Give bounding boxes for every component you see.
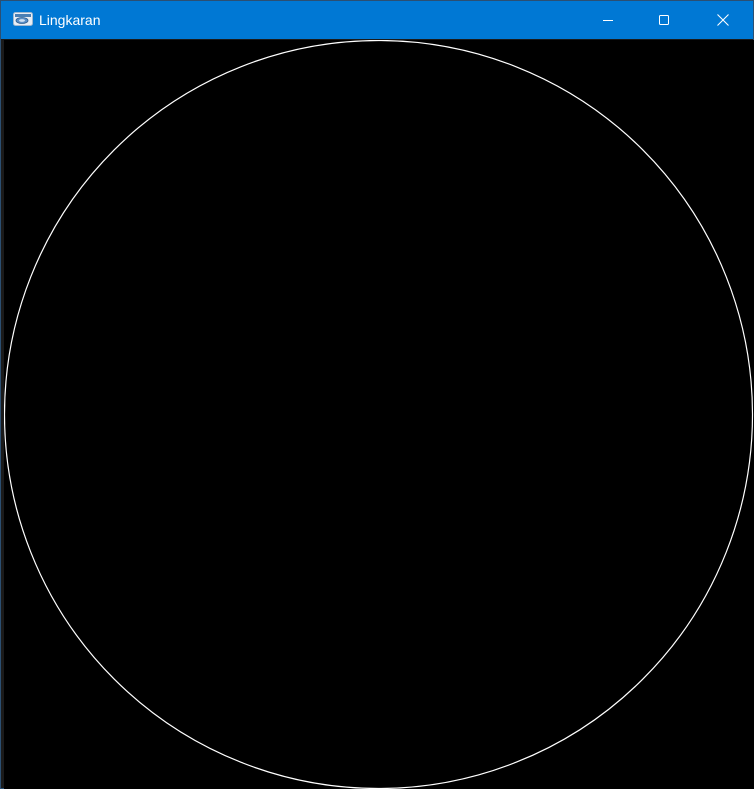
window-title: Lingkaran [39, 12, 101, 28]
circle-shape [4, 40, 753, 789]
close-button[interactable] [693, 1, 753, 39]
title-bar[interactable]: Lingkaran [1, 1, 753, 39]
drawing-canvas[interactable] [4, 40, 754, 789]
maximize-icon [658, 14, 670, 26]
close-icon [716, 13, 730, 27]
minimize-button[interactable] [580, 1, 636, 39]
maximize-button[interactable] [636, 1, 692, 39]
application-window-icon[interactable] [13, 12, 33, 26]
minimize-icon [602, 14, 614, 26]
canvas-svg [4, 40, 753, 789]
app-window: Lingkaran [0, 0, 754, 789]
